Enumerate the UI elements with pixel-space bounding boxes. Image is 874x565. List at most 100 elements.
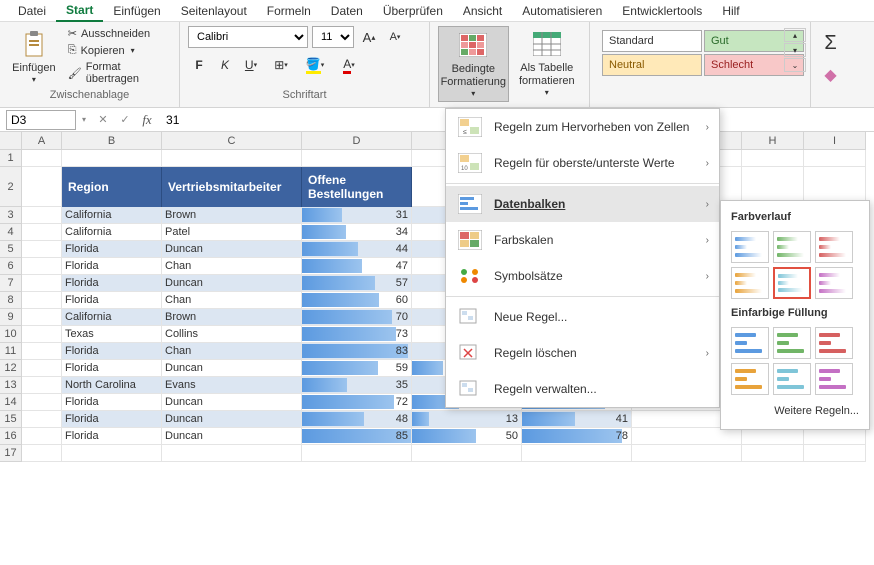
row-head-7[interactable]: 7 xyxy=(0,275,22,292)
menu-einfügen[interactable]: Einfügen xyxy=(103,1,170,21)
menu-automatisieren[interactable]: Automatisieren xyxy=(512,1,612,21)
formula-bar: ▾ ✕ ✓ fx xyxy=(0,108,874,132)
solid-bar-option-0[interactable] xyxy=(731,327,769,359)
cf-new-rule[interactable]: Neue Regel... xyxy=(446,299,719,335)
menu-entwicklertools[interactable]: Entwicklertools xyxy=(612,1,712,21)
more-rules-link[interactable]: Weitere Regeln... xyxy=(727,399,863,423)
row-head-4[interactable]: 4 xyxy=(0,224,22,241)
clipboard-group-label: Zwischenablage xyxy=(8,89,171,103)
decrease-font-button[interactable]: A▾ xyxy=(384,26,406,48)
gradient-bar-option-1[interactable] xyxy=(773,231,811,263)
italic-button[interactable]: K xyxy=(214,54,236,76)
gradient-fill-heading: Farbverlauf xyxy=(727,207,863,227)
borders-button[interactable]: ⊞ ▾ xyxy=(266,54,296,76)
svg-text:10: 10 xyxy=(461,166,468,172)
menu-seitenlayout[interactable]: Seitenlayout xyxy=(171,1,257,21)
solid-bar-option-3[interactable] xyxy=(731,363,769,395)
style-standard[interactable]: Standard xyxy=(602,30,702,52)
col-head-D[interactable]: D xyxy=(302,132,412,150)
gradient-bar-option-5[interactable] xyxy=(815,267,853,299)
cancel-formula-button[interactable]: ✕ xyxy=(92,110,114,130)
row-head-5[interactable]: 5 xyxy=(0,241,22,258)
menu-start[interactable]: Start xyxy=(56,0,103,22)
paste-button[interactable]: Einfügen ▾ xyxy=(8,26,60,87)
cf-top-bottom[interactable]: 10 Regeln für oberste/unterste Werte› xyxy=(446,145,719,181)
solid-bar-option-4[interactable] xyxy=(773,363,811,395)
enter-formula-button[interactable]: ✓ xyxy=(114,110,136,130)
solid-bar-option-1[interactable] xyxy=(773,327,811,359)
row-head-8[interactable]: 8 xyxy=(0,292,22,309)
col-head-B[interactable]: B xyxy=(62,132,162,150)
autosum-icon[interactable]: Σ xyxy=(824,32,836,55)
cf-color-scales[interactable]: Farbskalen› xyxy=(446,222,719,258)
format-painter-button[interactable]: 🖌Format übertragen xyxy=(64,60,171,86)
col-head-C[interactable]: C xyxy=(162,132,302,150)
row-head-13[interactable]: 13 xyxy=(0,377,22,394)
format-as-table-button[interactable]: Als Tabelle formatieren▾ xyxy=(513,26,581,100)
cf-clear-rules[interactable]: Regeln löschen› xyxy=(446,335,719,371)
menu-hilf[interactable]: Hilf xyxy=(712,1,749,21)
row-head-2[interactable]: 2 xyxy=(0,167,22,207)
solid-bar-option-2[interactable] xyxy=(815,327,853,359)
row-head-6[interactable]: 6 xyxy=(0,258,22,275)
font-name-select[interactable]: Calibri xyxy=(188,26,308,48)
color-scales-icon xyxy=(458,230,482,250)
font-color-button[interactable]: A ▾ xyxy=(334,54,364,76)
row-head-10[interactable]: 10 xyxy=(0,326,22,343)
row-head-17[interactable]: 17 xyxy=(0,445,22,462)
clipboard-icon xyxy=(18,28,50,60)
menu-datei[interactable]: Datei xyxy=(8,1,56,21)
ribbon: Einfügen ▾ ✂Ausschneiden ⎘Kopieren▾ 🖌For… xyxy=(0,22,874,108)
eraser-icon[interactable]: ◆ xyxy=(824,65,836,85)
table-icon xyxy=(531,28,563,60)
copy-button[interactable]: ⎘Kopieren▾ xyxy=(64,43,171,58)
menu-überprüfen[interactable]: Überprüfen xyxy=(373,1,453,21)
clear-rules-icon xyxy=(458,343,482,363)
row-head-16[interactable]: 16 xyxy=(0,428,22,445)
row-head-14[interactable]: 14 xyxy=(0,394,22,411)
new-rule-icon xyxy=(458,307,482,327)
cf-highlight-cells[interactable]: ≤ Regeln zum Hervorheben von Zellen› xyxy=(446,109,719,145)
data-bars-icon xyxy=(458,194,482,214)
row-head-15[interactable]: 15 xyxy=(0,411,22,428)
menu-ansicht[interactable]: Ansicht xyxy=(453,1,512,21)
row-head-9[interactable]: 9 xyxy=(0,309,22,326)
scissors-icon: ✂ xyxy=(68,27,77,40)
cut-button[interactable]: ✂Ausschneiden xyxy=(64,26,171,41)
row-head-11[interactable]: 11 xyxy=(0,343,22,360)
font-size-select[interactable]: 11 xyxy=(312,26,354,48)
col-head-I[interactable]: I xyxy=(804,132,866,150)
cf-icon-sets[interactable]: Symbolsätze› xyxy=(446,258,719,294)
paste-label: Einfügen xyxy=(12,62,55,75)
gradient-bar-option-2[interactable] xyxy=(815,231,853,263)
font-group-label: Schriftart xyxy=(188,89,421,103)
copy-icon: ⎘ xyxy=(68,44,77,57)
solid-bar-option-5[interactable] xyxy=(815,363,853,395)
row-head-1[interactable]: 1 xyxy=(0,150,22,167)
underline-button[interactable]: U ▾ xyxy=(240,54,262,76)
solid-fill-heading: Einfarbige Füllung xyxy=(727,303,863,323)
gradient-bar-option-3[interactable] xyxy=(731,267,769,299)
data-bars-submenu: Farbverlauf Einfarbige Füllung Weitere R… xyxy=(720,200,870,430)
col-head-A[interactable]: A xyxy=(22,132,62,150)
styles-more-button[interactable]: ⌄ xyxy=(784,58,806,72)
increase-font-button[interactable]: A▴ xyxy=(358,26,380,48)
name-box[interactable] xyxy=(6,110,76,130)
cf-data-bars[interactable]: Datenbalken› xyxy=(446,186,719,222)
row-head-12[interactable]: 12 xyxy=(0,360,22,377)
styles-up-button[interactable]: ▴ xyxy=(784,28,806,42)
fx-button[interactable]: fx xyxy=(136,110,158,130)
style-neutral[interactable]: Neutral xyxy=(602,54,702,76)
conditional-formatting-button[interactable]: Bedingte Formatierung▾ xyxy=(438,26,509,102)
fill-color-button[interactable]: 🪣 ▾ xyxy=(300,54,330,76)
styles-down-button[interactable]: ▾ xyxy=(784,43,806,57)
menu-formeln[interactable]: Formeln xyxy=(257,1,321,21)
gradient-bar-option-0[interactable] xyxy=(731,231,769,263)
col-head-H[interactable]: H xyxy=(742,132,804,150)
bold-button[interactable]: F xyxy=(188,54,210,76)
cf-manage-rules[interactable]: Regeln verwalten... xyxy=(446,371,719,407)
conditional-formatting-icon xyxy=(457,29,489,61)
menu-daten[interactable]: Daten xyxy=(321,1,373,21)
gradient-bar-option-4[interactable] xyxy=(773,267,811,299)
row-head-3[interactable]: 3 xyxy=(0,207,22,224)
